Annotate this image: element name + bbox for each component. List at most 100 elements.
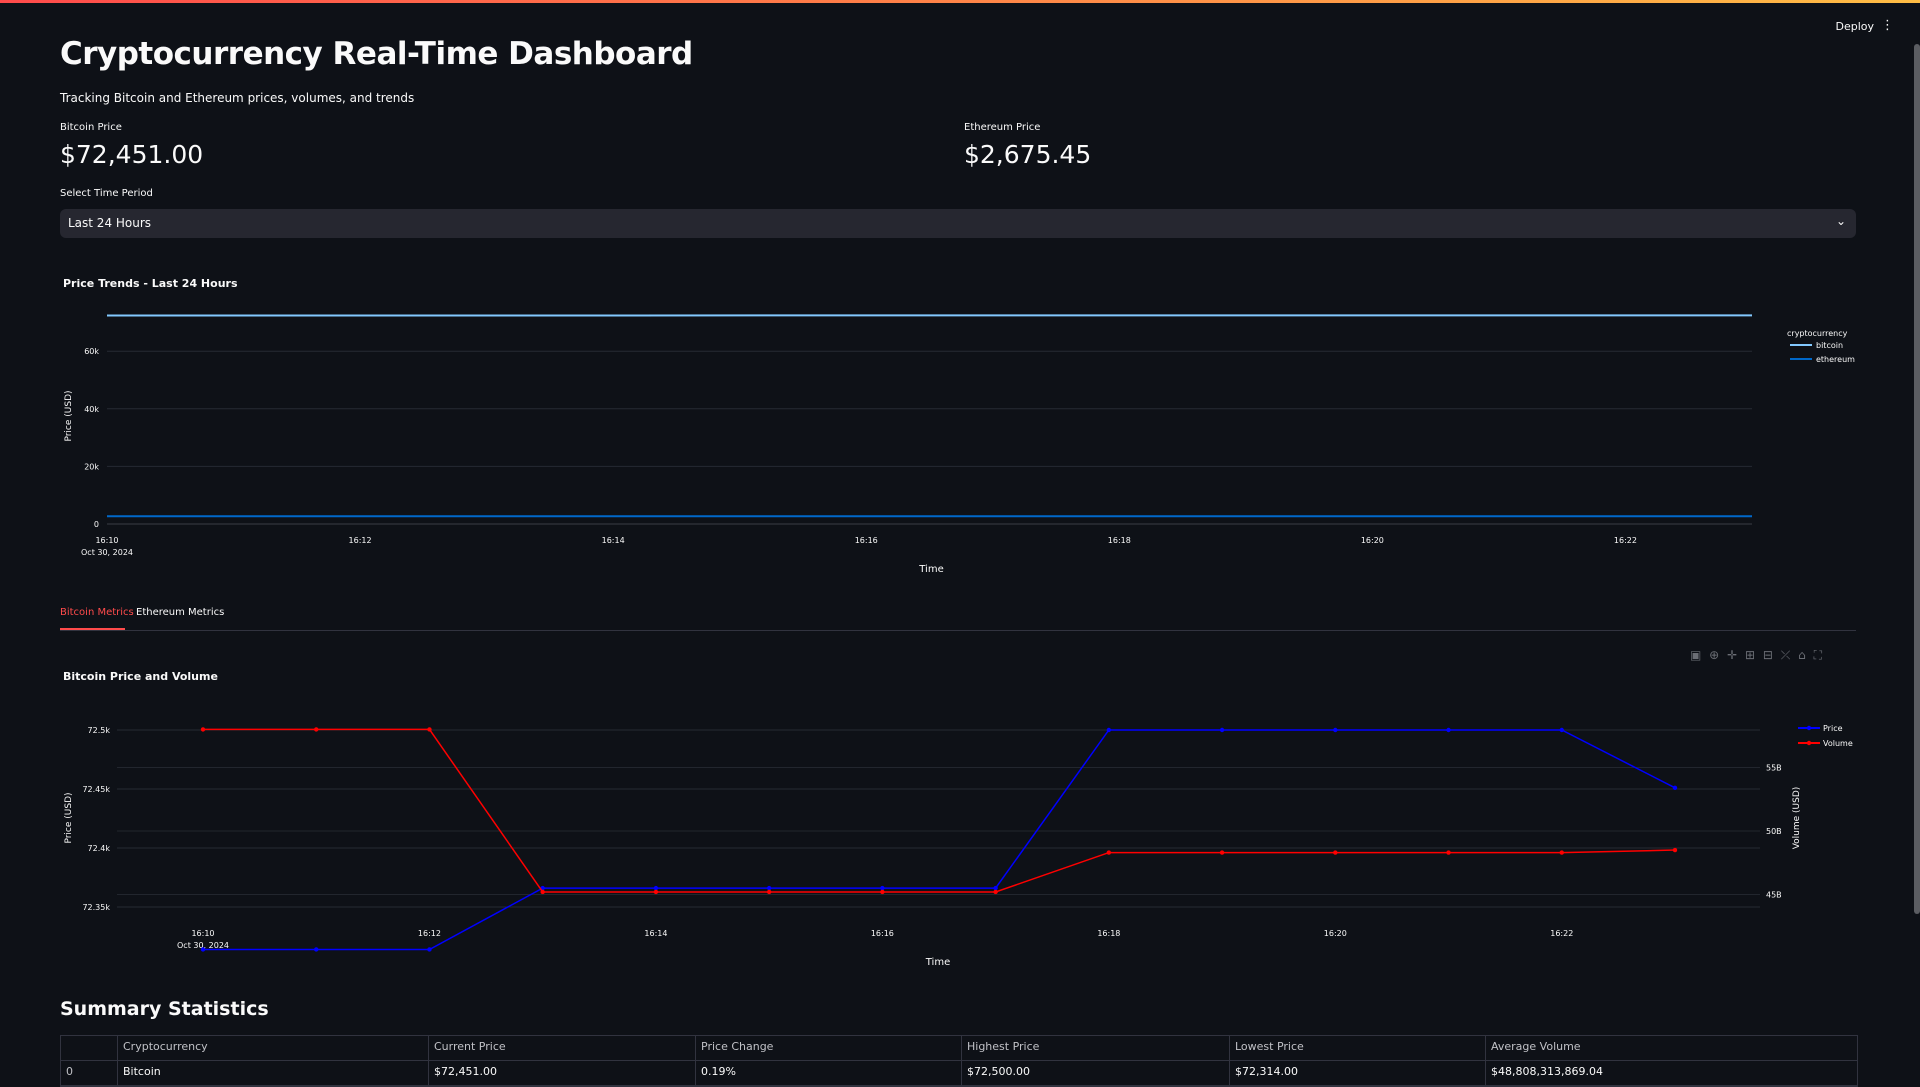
chevron-down-icon: ⌄ bbox=[1836, 214, 1846, 228]
table-cell-average-volume[interactable]: $48,808,313,869.04 bbox=[1486, 1061, 1855, 1085]
x-tick-label: 16:18 bbox=[1108, 536, 1131, 545]
y-axis-label: Price (USD) bbox=[64, 390, 74, 441]
time-period-label: Select Time Period bbox=[60, 188, 153, 199]
data-point-volume bbox=[993, 890, 997, 894]
zoom-icon[interactable]: ⊕ bbox=[1709, 648, 1719, 662]
x-tick-label: 16:14 bbox=[644, 929, 667, 938]
active-tab-indicator bbox=[60, 628, 125, 630]
autoscale-icon[interactable]: ⤫ bbox=[1781, 648, 1791, 662]
x-tick-label: 16:22 bbox=[1614, 536, 1637, 545]
legend-title: cryptocurrency bbox=[1787, 329, 1848, 338]
data-point-price bbox=[427, 947, 431, 951]
bitcoin-price-volume-chart[interactable]: 72.35k 72.4k 72.45k 72.5k 45B 50B 55B 16:10 16:1… bbox=[0, 700, 1920, 980]
bitcoin-metric-value: $72,451.00 bbox=[60, 140, 203, 169]
data-point-price bbox=[993, 886, 997, 890]
table-cell-cryptocurrency[interactable]: Bitcoin bbox=[118, 1061, 429, 1085]
data-point-volume bbox=[767, 890, 771, 894]
data-point-price bbox=[1560, 728, 1564, 732]
data-point-volume bbox=[1446, 850, 1450, 854]
legend-label-bitcoin: bitcoin bbox=[1816, 341, 1843, 350]
legend-label-volume: Volume bbox=[1823, 739, 1853, 748]
x-tick-label: 16:14 bbox=[602, 536, 625, 545]
data-point-price bbox=[1673, 786, 1677, 790]
y-tick-label: 72.4k bbox=[88, 844, 111, 853]
table-cell-highest-price[interactable]: $72,500.00 bbox=[962, 1061, 1230, 1085]
tab-ethereum-metrics[interactable]: Ethereum Metrics bbox=[136, 607, 224, 618]
data-point-price bbox=[314, 947, 318, 951]
y-tick-label: 72.45k bbox=[82, 785, 110, 794]
table-header-row: Cryptocurrency Current Price Price Chang… bbox=[61, 1036, 1857, 1061]
column-header-lowest-price[interactable]: Lowest Price bbox=[1230, 1036, 1486, 1060]
data-point-price bbox=[880, 886, 884, 890]
y2-tick-label: 50B bbox=[1766, 827, 1782, 836]
table-cell-lowest-price[interactable]: $72,314.00 bbox=[1230, 1061, 1486, 1085]
x-tick-label: 16:16 bbox=[855, 536, 878, 545]
kebab-menu-icon[interactable]: ⋮ bbox=[1881, 18, 1894, 33]
series-line-volume bbox=[203, 729, 1675, 892]
data-point-volume bbox=[880, 890, 884, 894]
legend-marker-price bbox=[1807, 726, 1811, 730]
table-cell-price-change[interactable]: 0.19% bbox=[696, 1061, 962, 1085]
deploy-button[interactable]: Deploy bbox=[1835, 20, 1874, 33]
x-tick-label: 16:12 bbox=[349, 536, 372, 545]
price-trends-chart[interactable]: 0 20k 40k 60k 16:10 16:12 16:14 16:16 16:18 16:20… bbox=[0, 300, 1920, 590]
data-point-volume bbox=[1560, 850, 1564, 854]
data-point-price bbox=[201, 947, 205, 951]
chart-modebar: ▣ ⊕ ✛ ⊞ ⊟ ⤫ ⌂ ⛶ bbox=[1690, 648, 1826, 663]
data-point-volume bbox=[314, 727, 318, 731]
y-tick-label: 72.35k bbox=[82, 903, 110, 912]
legend-label-ethereum: ethereum bbox=[1816, 355, 1855, 364]
y2-tick-label: 55B bbox=[1766, 764, 1782, 773]
x-tick-label: 16:10 bbox=[191, 929, 214, 938]
data-point-volume bbox=[654, 890, 658, 894]
time-period-select[interactable]: Last 24 Hours ⌄ bbox=[60, 209, 1856, 238]
y-tick-label: 40k bbox=[84, 405, 99, 414]
reset-axes-icon[interactable]: ⌂ bbox=[1798, 648, 1806, 662]
column-header-average-volume[interactable]: Average Volume bbox=[1486, 1036, 1855, 1060]
data-point-volume bbox=[1107, 850, 1111, 854]
camera-icon[interactable]: ▣ bbox=[1690, 648, 1701, 662]
table-row: 0 Bitcoin $72,451.00 0.19% $72,500.00 $7… bbox=[61, 1061, 1857, 1086]
x-tick-label: 16:12 bbox=[418, 929, 441, 938]
zoom-in-icon[interactable]: ⊞ bbox=[1745, 648, 1755, 662]
tab-bitcoin-metrics[interactable]: Bitcoin Metrics bbox=[60, 607, 134, 618]
pan-icon[interactable]: ✛ bbox=[1727, 648, 1737, 662]
column-header-current-price[interactable]: Current Price bbox=[429, 1036, 696, 1060]
y-tick-label: 60k bbox=[84, 347, 99, 356]
data-point-volume bbox=[1333, 850, 1337, 854]
column-header-index[interactable] bbox=[61, 1036, 118, 1060]
fullscreen-icon[interactable]: ⛶ bbox=[1814, 648, 1822, 662]
data-point-volume bbox=[540, 890, 544, 894]
page-title: Cryptocurrency Real-Time Dashboard bbox=[60, 36, 693, 72]
top-accent-bar bbox=[0, 0, 1920, 3]
price-trends-title: Price Trends - Last 24 Hours bbox=[63, 277, 238, 290]
y2-tick-label: 45B bbox=[1766, 891, 1782, 900]
y-tick-label: 72.5k bbox=[88, 726, 111, 735]
legend-marker-volume bbox=[1807, 741, 1811, 745]
column-header-price-change[interactable]: Price Change bbox=[696, 1036, 962, 1060]
y-tick-label: 20k bbox=[84, 462, 99, 471]
time-period-value: Last 24 Hours bbox=[68, 216, 151, 230]
data-point-price bbox=[1446, 728, 1450, 732]
x-tick-label: 16:20 bbox=[1361, 536, 1384, 545]
table-cell-current-price[interactable]: $72,451.00 bbox=[429, 1061, 696, 1085]
y-tick-label: 0 bbox=[94, 520, 99, 529]
data-point-volume bbox=[1673, 848, 1677, 852]
data-point-price bbox=[1220, 728, 1224, 732]
bitcoin-price-volume-title: Bitcoin Price and Volume bbox=[63, 670, 218, 683]
table-cell-index[interactable]: 0 bbox=[61, 1061, 118, 1085]
ethereum-metric-label: Ethereum Price bbox=[964, 122, 1040, 133]
summary-table: Cryptocurrency Current Price Price Chang… bbox=[60, 1035, 1858, 1087]
data-point-volume bbox=[201, 727, 205, 731]
zoom-out-icon[interactable]: ⊟ bbox=[1763, 648, 1773, 662]
data-point-volume bbox=[427, 727, 431, 731]
column-header-highest-price[interactable]: Highest Price bbox=[962, 1036, 1230, 1060]
data-point-price bbox=[1107, 728, 1111, 732]
y2-axis-label: Volume (USD) bbox=[1792, 787, 1802, 850]
column-header-cryptocurrency[interactable]: Cryptocurrency bbox=[118, 1036, 429, 1060]
ethereum-metric-value: $2,675.45 bbox=[964, 140, 1091, 169]
data-point-price bbox=[654, 886, 658, 890]
x-tick-label: 16:16 bbox=[871, 929, 894, 938]
metrics-tabs: Bitcoin Metrics Ethereum Metrics bbox=[60, 603, 1856, 631]
x-tick-label: 16:10 bbox=[95, 536, 118, 545]
